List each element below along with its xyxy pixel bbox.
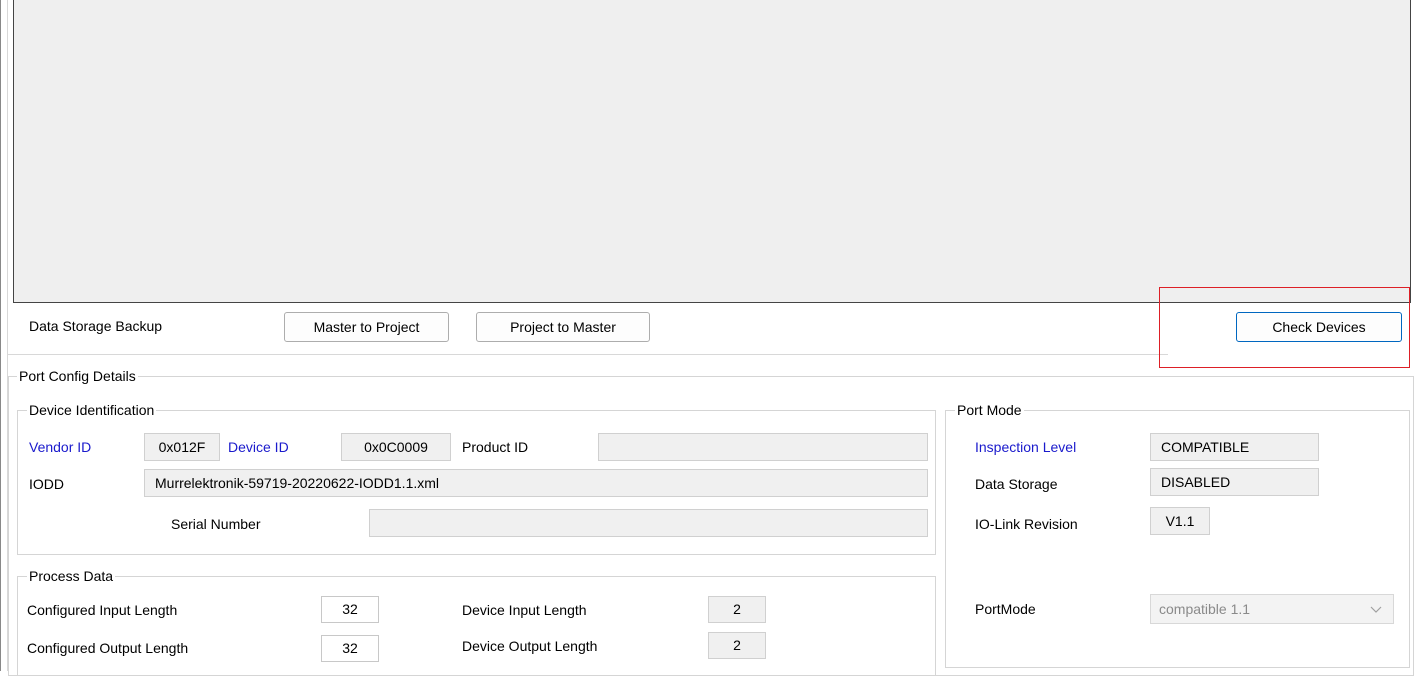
- check-devices-button[interactable]: Check Devices: [1236, 312, 1402, 342]
- io-link-revision-field: V1.1: [1150, 507, 1210, 535]
- configured-input-length-field[interactable]: 32: [321, 596, 379, 623]
- project-to-master-button[interactable]: Project to Master: [476, 312, 650, 342]
- data-storage-label: Data Storage: [975, 476, 1058, 492]
- inspection-level-field: COMPATIBLE: [1150, 433, 1319, 461]
- device-input-length-field: 2: [708, 596, 766, 623]
- process-data-title: Process Data: [27, 568, 116, 584]
- process-data-group: [17, 576, 936, 676]
- portmode-label: PortMode: [975, 601, 1036, 617]
- product-id-label: Product ID: [462, 439, 529, 455]
- device-identification-title: Device Identification: [27, 402, 157, 418]
- configured-input-length-label: Configured Input Length: [27, 602, 178, 618]
- portmode-select[interactable]: compatible 1.1: [1150, 594, 1394, 624]
- data-storage-backup-label: Data Storage Backup: [29, 318, 163, 334]
- port-config-title: Port Config Details: [17, 368, 138, 384]
- device-input-length-label: Device Input Length: [462, 602, 587, 618]
- configured-output-length-field[interactable]: 32: [321, 635, 379, 662]
- product-id-field: [598, 433, 928, 461]
- data-storage-field: DISABLED: [1150, 468, 1319, 496]
- serial-number-label: Serial Number: [171, 516, 261, 532]
- device-list-panel: [13, 0, 1411, 303]
- iodd-field: Murrelektronik-59719-20220622-IODD1.1.xm…: [144, 469, 928, 497]
- chevron-down-icon: [1369, 603, 1383, 615]
- iodd-label: IODD: [29, 476, 64, 492]
- serial-number-field: [369, 509, 928, 537]
- window-edge: [0, 0, 1, 671]
- configured-output-length-label: Configured Output Length: [27, 640, 189, 656]
- master-to-project-button[interactable]: Master to Project: [284, 312, 449, 342]
- portmode-selected-value: compatible 1.1: [1159, 601, 1251, 617]
- port-mode-title: Port Mode: [955, 402, 1024, 418]
- device-id-field: 0x0C0009: [341, 433, 451, 461]
- device-id-label: Device ID: [228, 439, 289, 455]
- backup-row-separator: [8, 354, 1168, 355]
- inspection-level-label: Inspection Level: [975, 439, 1077, 455]
- device-output-length-label: Device Output Length: [462, 638, 598, 654]
- vendor-id-label: Vendor ID: [29, 439, 92, 455]
- io-link-revision-label: IO-Link Revision: [975, 516, 1078, 532]
- device-output-length-field: 2: [708, 632, 766, 659]
- vendor-id-field: 0x012F: [144, 433, 220, 461]
